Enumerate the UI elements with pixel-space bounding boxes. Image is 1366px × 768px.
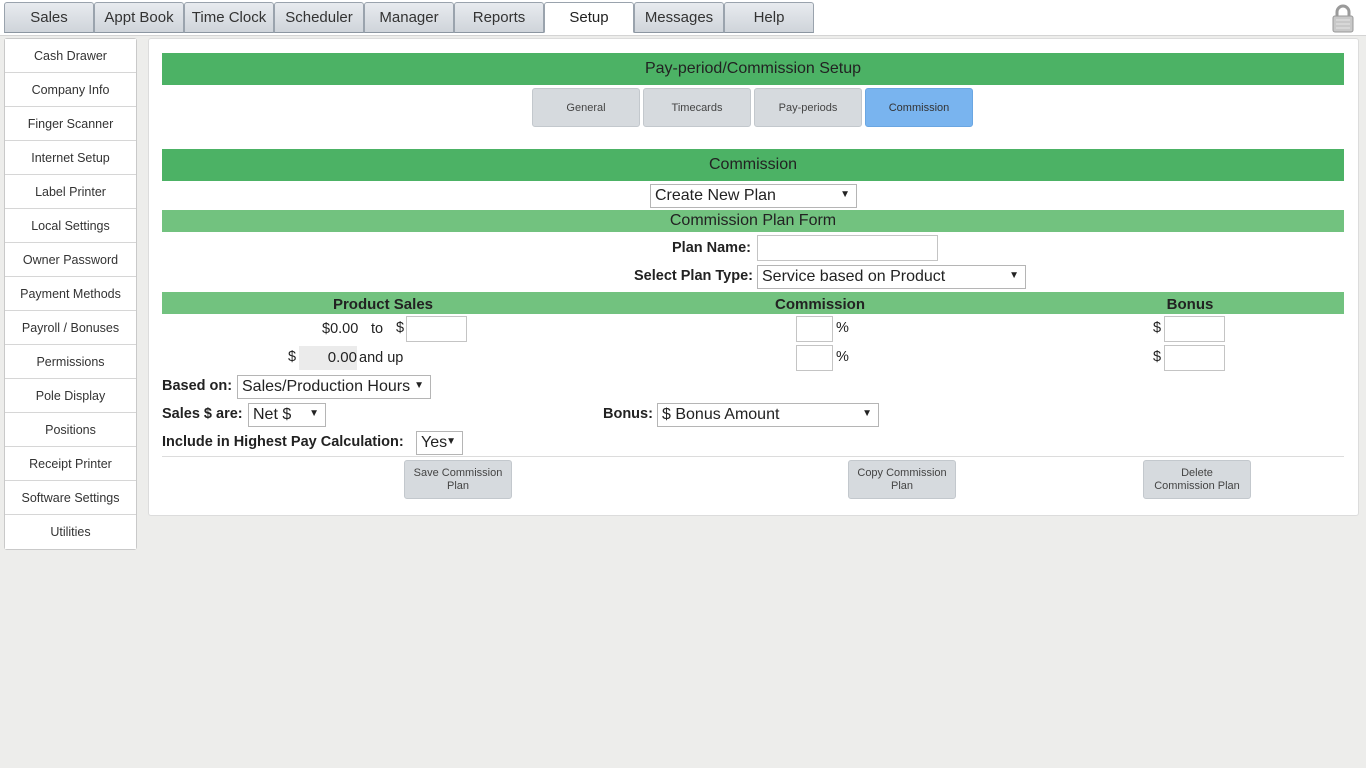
include-highest-pay-select[interactable]: Yes ▼ bbox=[416, 431, 463, 455]
main-panel: Pay-period/Commission Setup General Time… bbox=[148, 38, 1359, 516]
tab-time-clock[interactable]: Time Clock bbox=[184, 2, 274, 33]
subtab-pay-periods[interactable]: Pay-periods bbox=[754, 88, 862, 127]
tier2-percent-label: % bbox=[836, 349, 849, 365]
tier2-commission-input[interactable] bbox=[796, 345, 833, 371]
tab-help[interactable]: Help bbox=[724, 2, 814, 33]
column-commission: Commission bbox=[774, 295, 865, 313]
tier2-currency-label: $ bbox=[288, 349, 297, 365]
sidebar-item-owner-password[interactable]: Owner Password bbox=[5, 243, 136, 277]
sidebar-item-receipt-printer[interactable]: Receipt Printer bbox=[5, 447, 136, 481]
top-nav-tabs: Sales Appt Book Time Clock Scheduler Man… bbox=[4, 2, 814, 33]
bonus-select[interactable]: $ Bonus Amount ▼ bbox=[657, 403, 879, 427]
bonus-value: $ Bonus Amount bbox=[662, 406, 780, 423]
save-commission-plan-button[interactable]: Save Commission Plan bbox=[404, 460, 512, 499]
sidebar-item-company-info[interactable]: Company Info bbox=[5, 73, 136, 107]
plan-type-label: Select Plan Type: bbox=[634, 268, 753, 284]
chevron-down-icon: ▼ bbox=[309, 408, 319, 419]
chevron-down-icon: ▼ bbox=[1009, 270, 1019, 281]
tier2-bonus-input[interactable] bbox=[1164, 345, 1225, 371]
column-bonus: Bonus bbox=[1166, 295, 1214, 313]
tier1-to-label: to bbox=[371, 321, 384, 337]
sidebar-item-finger-scanner[interactable]: Finger Scanner bbox=[5, 107, 136, 141]
sidebar-item-payment-methods[interactable]: Payment Methods bbox=[5, 277, 136, 311]
sidebar-item-cash-drawer[interactable]: Cash Drawer bbox=[5, 39, 136, 73]
tab-scheduler[interactable]: Scheduler bbox=[274, 2, 364, 33]
subtab-timecards[interactable]: Timecards bbox=[643, 88, 751, 127]
plan-select-value: Create New Plan bbox=[655, 187, 776, 204]
form-title: Commission Plan Form bbox=[162, 210, 1344, 232]
chevron-down-icon: ▼ bbox=[840, 189, 850, 200]
plan-type-select[interactable]: Service based on Product ▼ bbox=[757, 265, 1026, 289]
lock-icon[interactable] bbox=[1330, 3, 1356, 33]
top-nav: Sales Appt Book Time Clock Scheduler Man… bbox=[0, 0, 1366, 36]
sales-are-label: Sales $ are: bbox=[162, 406, 243, 422]
tier1-commission-input[interactable] bbox=[796, 316, 833, 342]
delete-commission-plan-button[interactable]: Delete Commission Plan bbox=[1143, 460, 1251, 499]
bonus-label: Bonus: bbox=[603, 406, 653, 422]
tier2-bonus-currency-label: $ bbox=[1153, 349, 1162, 365]
tab-messages[interactable]: Messages bbox=[634, 2, 724, 33]
copy-commission-plan-button[interactable]: Copy Commission Plan bbox=[848, 460, 956, 499]
sidebar-item-label-printer[interactable]: Label Printer bbox=[5, 175, 136, 209]
sidebar-item-payroll-bonuses[interactable]: Payroll / Bonuses bbox=[5, 311, 136, 345]
tier1-currency-label: $ bbox=[396, 320, 405, 336]
chevron-down-icon: ▼ bbox=[446, 436, 456, 447]
subtab-general[interactable]: General bbox=[532, 88, 640, 127]
sidebar-item-permissions[interactable]: Permissions bbox=[5, 345, 136, 379]
chevron-down-icon: ▼ bbox=[862, 408, 872, 419]
sidebar-item-pole-display[interactable]: Pole Display bbox=[5, 379, 136, 413]
include-highest-pay-value: Yes bbox=[421, 434, 448, 451]
tab-appt-book[interactable]: Appt Book bbox=[94, 2, 184, 33]
setup-sidebar: Cash Drawer Company Info Finger Scanner … bbox=[4, 38, 137, 550]
tab-reports[interactable]: Reports bbox=[454, 2, 544, 33]
subtabs: General Timecards Pay-periods Commission bbox=[532, 88, 976, 127]
tier1-to-input[interactable] bbox=[406, 316, 467, 342]
based-on-select[interactable]: Sales/Production Hours ▼ bbox=[237, 375, 431, 399]
tier2-from-value: 0.00 bbox=[299, 346, 357, 370]
page-title: Pay-period/Commission Setup bbox=[162, 53, 1344, 85]
plan-select[interactable]: Create New Plan ▼ bbox=[650, 184, 857, 208]
tab-setup[interactable]: Setup bbox=[544, 2, 634, 33]
divider bbox=[162, 456, 1344, 457]
tab-sales[interactable]: Sales bbox=[4, 2, 94, 33]
include-highest-pay-label: Include in Highest Pay Calculation: bbox=[162, 434, 404, 450]
sidebar-item-local-settings[interactable]: Local Settings bbox=[5, 209, 136, 243]
tab-manager[interactable]: Manager bbox=[364, 2, 454, 33]
based-on-value: Sales/Production Hours bbox=[242, 378, 411, 395]
tier1-percent-label: % bbox=[836, 320, 849, 336]
sidebar-item-internet-setup[interactable]: Internet Setup bbox=[5, 141, 136, 175]
based-on-label: Based on: bbox=[162, 378, 233, 394]
sidebar-item-software-settings[interactable]: Software Settings bbox=[5, 481, 136, 515]
plan-name-label: Plan Name: bbox=[672, 240, 751, 256]
sidebar-item-positions[interactable]: Positions bbox=[5, 413, 136, 447]
sidebar-item-utilities[interactable]: Utilities bbox=[5, 515, 136, 549]
subtab-commission[interactable]: Commission bbox=[865, 88, 973, 127]
tier1-from-value: $0.00 bbox=[322, 321, 359, 337]
sales-are-select[interactable]: Net $ ▼ bbox=[248, 403, 326, 427]
plan-type-value: Service based on Product bbox=[762, 268, 946, 285]
tier1-bonus-currency-label: $ bbox=[1153, 320, 1162, 336]
section-title: Commission bbox=[162, 149, 1344, 181]
chevron-down-icon: ▼ bbox=[414, 380, 424, 391]
column-product-sales: Product Sales bbox=[332, 295, 434, 313]
sales-are-value: Net $ bbox=[253, 406, 292, 423]
plan-name-input[interactable] bbox=[757, 235, 938, 261]
tier2-and-up-label: and up bbox=[359, 350, 404, 366]
tier1-bonus-input[interactable] bbox=[1164, 316, 1225, 342]
